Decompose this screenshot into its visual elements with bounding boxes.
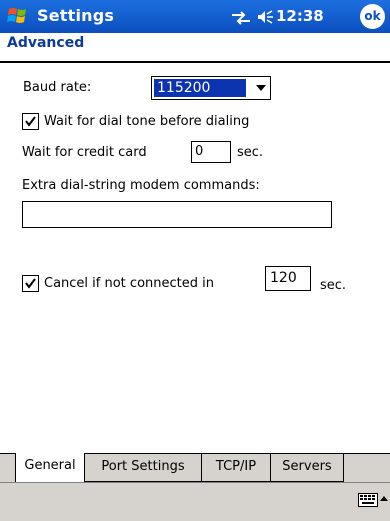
cancel-timeout-checkbox[interactable] — [22, 275, 39, 292]
extra-commands-label: Extra dial-string modem commands: — [22, 178, 260, 193]
checkmark-icon — [25, 278, 36, 289]
section-heading: Advanced — [7, 35, 85, 51]
baud-rate-label: Baud rate: — [23, 80, 92, 95]
extra-commands-input[interactable] — [22, 201, 332, 228]
heading-divider — [0, 61, 390, 63]
tab-tcp-ip[interactable]: TCP/IP — [202, 454, 271, 482]
speaker-icon[interactable] — [256, 8, 274, 26]
credit-card-unit: sec. — [237, 145, 264, 160]
clock[interactable]: 12:38 — [276, 7, 324, 25]
windows-flag-icon[interactable] — [6, 5, 30, 27]
keyboard-icon[interactable] — [358, 492, 378, 507]
baud-rate-value: 115200 — [154, 79, 246, 97]
tab-port-settings[interactable]: Port Settings — [85, 454, 202, 482]
connectivity-icon[interactable] — [231, 10, 251, 25]
dial-tone-label[interactable]: Wait for dial tone before dialing — [44, 114, 249, 129]
tab-general[interactable]: General — [15, 453, 85, 482]
ok-button[interactable]: ok — [360, 4, 385, 29]
command-bar — [0, 482, 390, 521]
input-panel-arrow-icon[interactable] — [380, 496, 388, 501]
checkmark-icon — [25, 116, 36, 127]
credit-card-label: Wait for credit card — [22, 145, 147, 160]
cancel-timeout-label[interactable]: Cancel if not connected in — [44, 276, 214, 291]
credit-card-wait-input[interactable]: 0 — [191, 141, 231, 163]
chevron-down-icon[interactable] — [256, 85, 266, 91]
tab-servers[interactable]: Servers — [271, 454, 344, 482]
tab-bar: General Port Settings TCP/IP Servers — [0, 453, 390, 482]
cancel-timeout-input[interactable]: 120 — [265, 266, 311, 291]
window-title: Settings — [37, 6, 115, 25]
baud-rate-dropdown[interactable]: 115200 — [151, 76, 271, 100]
cancel-timeout-unit: sec. — [320, 278, 347, 293]
dial-tone-checkbox[interactable] — [22, 113, 39, 130]
